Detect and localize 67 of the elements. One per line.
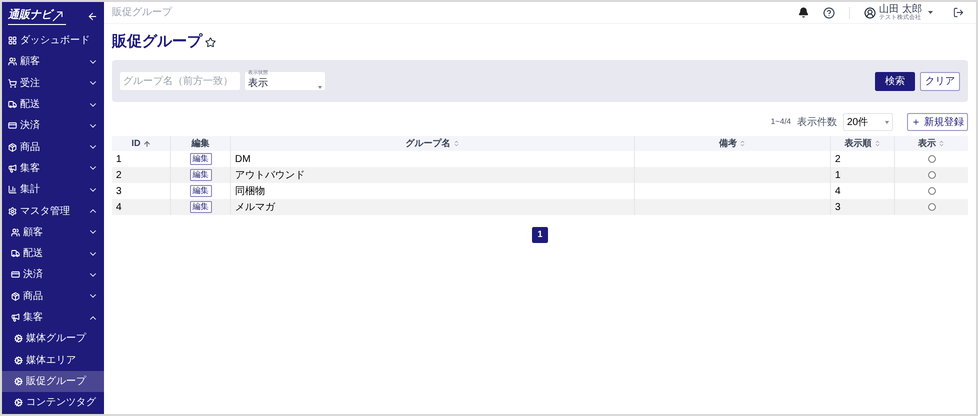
new-button[interactable]: ＋ 新規登録 [907,113,968,131]
per-page-label: 表示件数 [797,116,837,130]
box-icon [8,142,17,152]
nav-item[interactable]: 決済 [2,264,104,286]
table-cell-text: 4 [115,200,123,214]
gear-icon [14,334,23,344]
bar-chart-icon [8,185,17,194]
megaphone-icon [8,164,17,173]
gear-icon [14,398,23,408]
table-cell: メルマガ [230,199,634,215]
nav-item[interactable]: 顧客 [2,51,104,73]
card-icon [11,270,20,280]
column-header[interactable]: ID [112,136,170,151]
name-field[interactable]: グループ名（前方一致） [120,72,240,90]
logo[interactable]: 通販ナビ [8,7,66,25]
grid-icon [8,36,17,46]
nav-item[interactable]: 決済 [2,115,104,136]
edit-button[interactable]: 編集 [190,169,212,181]
caret-icon [885,120,889,124]
box-icon [11,292,20,301]
per-page-select[interactable]: 20件 [843,113,893,131]
people-icon [11,228,20,237]
user-name: 山田 太郎 [879,4,922,14]
table-cell-text: 2 [115,168,123,182]
gear-icon [14,376,23,386]
table-cell-text: 1 [115,152,123,166]
nav-item[interactable]: 商品 [2,136,104,158]
nav-item[interactable]: 顧客 [2,222,104,243]
nav-item[interactable]: 配送 [2,242,104,264]
nav-item[interactable]: 配送 [2,94,104,116]
nav-item[interactable]: 集計 [2,179,104,200]
nav-item[interactable]: 集客 [2,158,104,180]
edit-button[interactable]: 編集 [190,153,212,165]
back-arrow-icon[interactable] [87,10,98,22]
table-cell-text: 3 [115,184,123,198]
nav-item[interactable]: コンテンツタグ [2,392,104,414]
card-icon [8,121,17,130]
page-title: 販促グループ [112,32,202,52]
people-icon [8,57,17,66]
nav-item[interactable]: 受注 [2,72,104,94]
search-button[interactable]: 検索 [875,72,915,90]
sort-ascending-icon[interactable] [142,140,150,148]
megaphone-icon [11,313,20,322]
nav-item[interactable]: 媒体エリア [2,349,104,371]
truck-icon [11,249,20,258]
cart-icon [8,78,17,88]
nav-item[interactable]: ダッシュボード [2,30,104,52]
page-button[interactable]: 1 [532,227,548,243]
star-icon[interactable] [205,36,216,48]
nav-item[interactable]: 販促グループ [2,370,104,392]
truck-icon [8,100,17,110]
table-cell: 3 [830,199,894,215]
nav-item[interactable]: 商品 [2,286,104,307]
help-icon[interactable] [823,6,836,18]
nav-item[interactable]: 集客 [2,306,104,328]
edit-button[interactable]: 編集 [190,185,212,197]
nav-item[interactable]: 媒体グループ [2,328,104,350]
caret-icon [318,86,322,89]
caret-icon [928,11,933,14]
bell-icon[interactable] [798,7,810,18]
user-icon [864,6,876,18]
logout-icon[interactable] [953,7,964,18]
edit-button[interactable]: 編集 [190,201,212,213]
clear-button[interactable]: クリア [920,72,960,90]
gear-icon [14,356,23,365]
result-count: 1~4/4 [770,116,791,128]
nav-item[interactable]: マスタ管理 [2,200,104,222]
